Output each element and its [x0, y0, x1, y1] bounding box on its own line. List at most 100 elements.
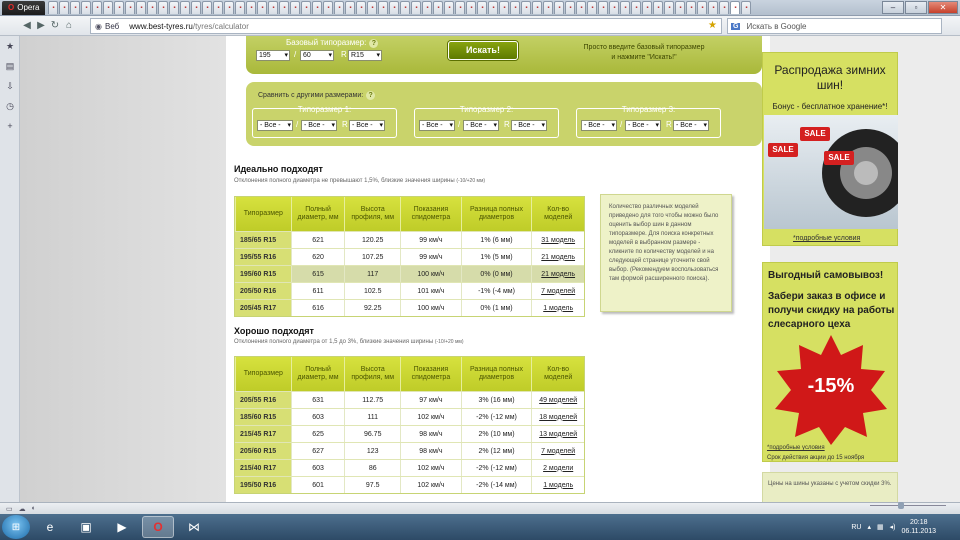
size1-profile-select[interactable]: - Все -	[301, 120, 337, 131]
browser-tab[interactable]: ▪	[653, 1, 664, 14]
browser-tab[interactable]: ▪	[543, 1, 554, 14]
browser-tab[interactable]: ▪	[532, 1, 543, 14]
media-player-icon[interactable]: ▶	[106, 516, 138, 538]
browser-tab[interactable]: ▪	[389, 1, 400, 14]
browser-tab[interactable]: ▪	[279, 1, 290, 14]
browser-tab[interactable]: ▪	[620, 1, 631, 14]
browser-tab[interactable]: ▪	[169, 1, 180, 14]
browser-tab[interactable]: ▪	[202, 1, 213, 14]
browser-tab[interactable]: ▪	[158, 1, 169, 14]
browser-tab[interactable]: ▪	[455, 1, 466, 14]
downloads-icon[interactable]: ⇩	[0, 76, 20, 96]
bookmarks-icon[interactable]: ★	[0, 36, 20, 56]
models-count-link[interactable]: 1 модель	[531, 477, 584, 493]
browser-tab[interactable]: ▪	[554, 1, 565, 14]
browser-tab[interactable]: ▪	[257, 1, 268, 14]
zoom-slider[interactable]	[870, 502, 946, 511]
radius-select[interactable]: R15	[348, 50, 382, 61]
size3-width-select[interactable]: - Все -	[581, 120, 617, 131]
browser-tab[interactable]: ▪	[565, 1, 576, 14]
browser-tab[interactable]: ▪	[92, 1, 103, 14]
models-count-link[interactable]: 18 моделей	[531, 409, 584, 425]
url-input[interactable]: ◉ Веб www.best-tyres.ru/tyres/calculator…	[90, 18, 722, 34]
browser-tab[interactable]: ▪	[675, 1, 686, 14]
help-icon[interactable]: ?	[366, 91, 376, 100]
browser-tab[interactable]: ▪	[686, 1, 697, 14]
browser-tab[interactable]: ▪	[488, 1, 499, 14]
browser-tab[interactable]: ▪	[323, 1, 334, 14]
browser-tab[interactable]: ▪	[510, 1, 521, 14]
browser-tab[interactable]: ▪	[631, 1, 642, 14]
browser-tab[interactable]: ▪	[136, 1, 147, 14]
profile-select[interactable]: 60	[300, 50, 334, 61]
browser-tab[interactable]: ▪	[290, 1, 301, 14]
browser-tab[interactable]: ▪	[741, 1, 752, 14]
minimize-button[interactable]: –	[882, 1, 904, 14]
browser-tab[interactable]: ▪	[521, 1, 532, 14]
width-select[interactable]: 195	[256, 50, 290, 61]
zoom-knob[interactable]	[898, 502, 904, 509]
browser-tab[interactable]: ▪	[477, 1, 488, 14]
help-icon[interactable]: ?	[369, 39, 379, 48]
models-count-link[interactable]: 7 моделей	[531, 443, 584, 459]
history-icon[interactable]: ◷	[0, 96, 20, 116]
browser-tab[interactable]: ▪	[378, 1, 389, 14]
browser-tab[interactable]: ▪	[180, 1, 191, 14]
browser-tab[interactable]: ▪	[587, 1, 598, 14]
browser-tab[interactable]: ▪	[598, 1, 609, 14]
language-indicator[interactable]: RU	[851, 524, 861, 531]
browser-tab[interactable]: ▪	[730, 1, 741, 14]
ad1-conditions-link[interactable]: *подробные условия	[793, 235, 860, 242]
flag-icon[interactable]: ▴	[867, 523, 871, 531]
notes-icon[interactable]: ▤	[0, 56, 20, 76]
forward-button[interactable]: ▶	[34, 20, 48, 31]
panel-toggle-icon[interactable]: ▭	[6, 505, 13, 513]
browser-tab[interactable]: ▪	[147, 1, 158, 14]
network-icon[interactable]: ▦	[877, 523, 884, 531]
browser-tab[interactable]: ▪	[246, 1, 257, 14]
browser-tab[interactable]: ▪	[499, 1, 510, 14]
models-count-link[interactable]: 13 моделей	[531, 426, 584, 442]
browser-tab[interactable]: ▪	[356, 1, 367, 14]
size2-radius-select[interactable]: - Все -	[511, 120, 547, 131]
speed-dial-icon[interactable]: ◐	[32, 505, 36, 512]
opera-taskbar-icon[interactable]: O	[142, 516, 174, 538]
browser-tab[interactable]: ▪	[609, 1, 620, 14]
size3-radius-select[interactable]: - Все -	[673, 120, 709, 131]
browser-tab[interactable]: ▪	[191, 1, 202, 14]
models-count-link[interactable]: 7 моделей	[531, 283, 584, 299]
browser-tab[interactable]: ▪	[664, 1, 675, 14]
close-button[interactable]: ✕	[928, 1, 958, 14]
opera-menu-button[interactable]: O Opera	[2, 0, 46, 15]
browser-tab[interactable]: ▪	[697, 1, 708, 14]
explorer-icon[interactable]: ▣	[70, 516, 102, 538]
browser-tab[interactable]: ▪	[719, 1, 730, 14]
models-count-link[interactable]: 1 модель	[531, 300, 584, 316]
size3-profile-select[interactable]: - Все -	[625, 120, 661, 131]
maximize-button[interactable]: ▫	[905, 1, 927, 14]
ie-icon[interactable]: e	[34, 516, 66, 538]
models-count-link[interactable]: 49 моделей	[531, 392, 584, 408]
bookmark-star-icon[interactable]: ★	[708, 20, 717, 31]
browser-tab[interactable]: ▪	[444, 1, 455, 14]
start-button[interactable]: ⊞	[2, 515, 30, 539]
add-panel-icon[interactable]: +	[0, 116, 20, 136]
cloud-icon[interactable]: ☁	[19, 505, 26, 513]
size1-width-select[interactable]: - Все -	[257, 120, 293, 131]
size1-radius-select[interactable]: - Все -	[349, 120, 385, 131]
browser-tab[interactable]: ▪	[708, 1, 719, 14]
browser-tab[interactable]: ▪	[334, 1, 345, 14]
browser-tab[interactable]: ▪	[422, 1, 433, 14]
volume-icon[interactable]: ◂)	[890, 523, 896, 531]
browser-tab[interactable]: ▪	[224, 1, 235, 14]
browser-tab[interactable]: ▪	[114, 1, 125, 14]
winter-sale-banner[interactable]: Распродажа зимних шин! Бонус - бесплатно…	[762, 52, 898, 246]
browser-tab[interactable]: ▪	[642, 1, 653, 14]
browser-tab[interactable]: ▪	[400, 1, 411, 14]
browser-tab[interactable]: ▪	[433, 1, 444, 14]
clock[interactable]: 20:18 06.11.2013	[901, 518, 936, 536]
size2-profile-select[interactable]: - Все -	[463, 120, 499, 131]
browser-tab[interactable]: ▪	[70, 1, 81, 14]
models-count-link[interactable]: 2 модели	[531, 460, 584, 476]
browser-tab[interactable]: ▪	[576, 1, 587, 14]
